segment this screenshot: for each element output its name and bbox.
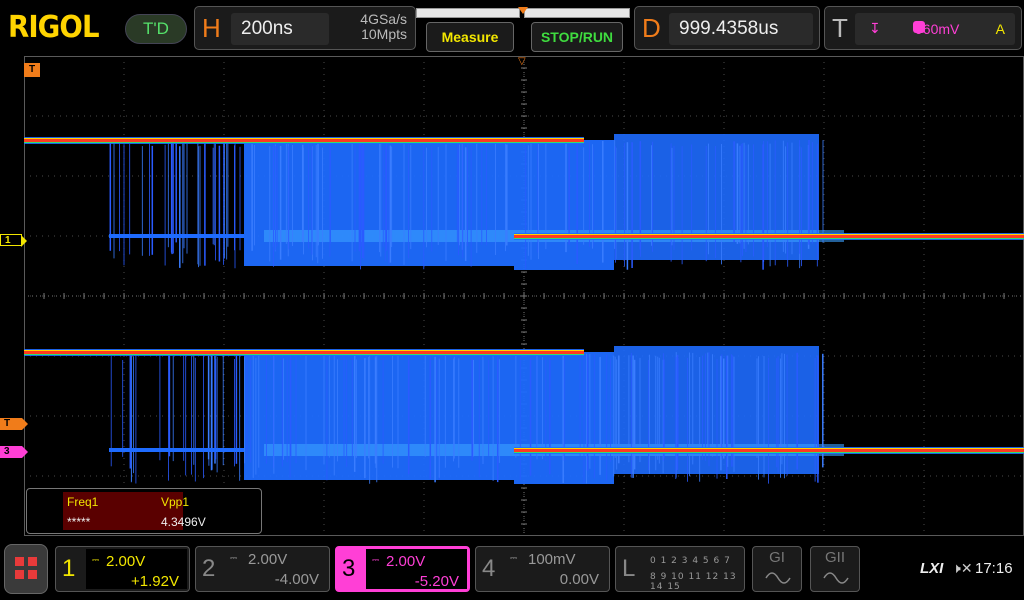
menu-grid-icon bbox=[28, 570, 37, 579]
dc-coupling-icon: ⎓ bbox=[92, 555, 100, 565]
memory-bar-right bbox=[524, 8, 630, 18]
trigger-level-marker[interactable]: T bbox=[0, 418, 28, 430]
ch3-trace-low-level-edge bbox=[514, 452, 1024, 453]
generator-1-label: GI bbox=[769, 549, 785, 566]
memory-depth: 10Mpts bbox=[361, 26, 407, 42]
sample-rate: 4GSa/s bbox=[360, 11, 407, 27]
ch3-trace-early-low bbox=[109, 448, 244, 452]
trigger-label: T bbox=[832, 13, 848, 43]
trigger-source-icon bbox=[913, 21, 925, 33]
lxi-logo: LXI bbox=[920, 560, 944, 577]
ch3-offset: -5.20V bbox=[414, 573, 459, 590]
trigger-panel[interactable]: T ↧ 960mV A bbox=[824, 6, 1022, 50]
ch1-trace-low-level-edge bbox=[514, 238, 1024, 239]
horizontal-position-bar bbox=[412, 6, 634, 20]
top-bar: RIGOL T'D H 200ns 4GSa/s 10Mpts Measure … bbox=[0, 0, 1024, 56]
trigger-mode: A bbox=[995, 21, 1005, 37]
ch1-trace-burst bbox=[514, 140, 614, 270]
bottom-bar: 1 ⎓ 2.00V +1.92V 2 ⎓ 2.00V -4.00V 3 ⎓ 2.… bbox=[0, 540, 1024, 600]
ch3-scale: 2.00V bbox=[386, 553, 426, 570]
ch1-offset: +1.92V bbox=[131, 573, 179, 590]
vpp-label: Vpp1 bbox=[161, 495, 190, 509]
measurement-panel[interactable]: Freq1 ***** Vpp1 4.3496V bbox=[26, 488, 262, 534]
ch2-scale: 2.00V bbox=[248, 551, 288, 568]
dc-coupling-icon: ⎓ bbox=[372, 555, 380, 565]
ch4-offset: 0.00V bbox=[559, 571, 599, 588]
delay-label: D bbox=[642, 13, 661, 43]
main-menu-button[interactable] bbox=[4, 544, 48, 594]
logic-channels-panel[interactable]: L 0 1 2 3 4 5 6 7 8 9 10 11 12 13 14 15 bbox=[615, 546, 745, 592]
trigger-position-label: T bbox=[24, 63, 40, 77]
system-clock: 17:16 bbox=[975, 560, 1013, 577]
timebase-value[interactable]: 200ns bbox=[231, 13, 329, 45]
freq-value: ***** bbox=[67, 515, 91, 529]
generator-1-button[interactable]: GI bbox=[752, 546, 802, 592]
ch3-offset-marker[interactable]: 3 bbox=[0, 446, 28, 458]
ch3-inner: ⎓ 2.00V -5.20V bbox=[366, 549, 467, 590]
channel-4-panel[interactable]: 4 ⎓ 100mV 0.00V bbox=[475, 546, 610, 592]
rigol-logo: RIGOL bbox=[8, 10, 100, 45]
horizontal-label: H bbox=[202, 13, 221, 43]
ch3-trace-low-level-edge bbox=[514, 448, 1024, 449]
ch2-number: 2 bbox=[202, 555, 216, 582]
ch4-number: 4 bbox=[482, 555, 496, 582]
ch1-trace-low-level-core bbox=[514, 235, 1024, 238]
vpp-value: 4.3496V bbox=[161, 515, 206, 529]
ch3-trace-high-level-edge bbox=[24, 354, 584, 355]
sine-wave-icon bbox=[823, 572, 849, 584]
menu-grid-icon bbox=[28, 557, 37, 566]
stop-run-button[interactable]: STOP/RUN bbox=[531, 22, 623, 52]
ch3-trace-high-level-core bbox=[24, 351, 584, 354]
logic-row-1: 0 1 2 3 4 5 6 7 bbox=[650, 556, 731, 566]
dc-coupling-icon: ⎓ bbox=[230, 553, 238, 563]
generator-2-button[interactable]: GII bbox=[810, 546, 860, 592]
delay-panel[interactable]: D 999.4358us bbox=[634, 6, 820, 50]
acquisition-info: 4GSa/s 10Mpts bbox=[337, 12, 407, 42]
measure-button[interactable]: Measure bbox=[426, 22, 514, 52]
dc-coupling-icon: ⎓ bbox=[510, 553, 518, 563]
channel-3-panel[interactable]: 3 ⎓ 2.00V -5.20V bbox=[335, 546, 470, 592]
speaker-muted-icon[interactable]: 🕨✕ bbox=[952, 560, 973, 577]
ch3-trace-high-level-edge bbox=[24, 350, 584, 351]
ch3-trace-low-level-core bbox=[514, 449, 1024, 452]
ch1-inner: ⎓ 2.00V +1.92V bbox=[86, 549, 187, 590]
ch1-offset-marker[interactable]: 1 bbox=[0, 234, 27, 247]
trigger-level-marker-label: T bbox=[4, 418, 11, 429]
ch1-marker-label: 1 bbox=[5, 235, 11, 246]
trigger-time-marker-icon: ▽ bbox=[518, 56, 526, 67]
trigger-level-field[interactable]: ↧ 960mV A bbox=[855, 13, 1015, 45]
trigger-status-badge: T'D bbox=[125, 14, 187, 44]
ch2-offset: -4.00V bbox=[274, 571, 319, 588]
ch1-trace-high-level-edge bbox=[24, 142, 584, 143]
ch3-marker-label: 3 bbox=[4, 446, 10, 457]
ch1-trace-high-level-core bbox=[24, 139, 584, 142]
horizontal-panel[interactable]: H 200ns 4GSa/s 10Mpts bbox=[194, 6, 416, 50]
channel-2-panel[interactable]: 2 ⎓ 2.00V -4.00V bbox=[195, 546, 330, 592]
ch1-trace-low-level-edge bbox=[514, 234, 1024, 235]
falling-edge-icon: ↧ bbox=[869, 20, 881, 36]
waveform-traces bbox=[24, 134, 1024, 484]
menu-grid-icon bbox=[15, 570, 24, 579]
ch1-scale: 2.00V bbox=[106, 553, 146, 570]
ch1-number: 1 bbox=[62, 555, 76, 582]
generator-2-label: GII bbox=[824, 549, 845, 566]
logic-row-2: 8 9 10 11 12 13 14 15 bbox=[650, 572, 737, 592]
trigger-position-marker bbox=[518, 7, 528, 14]
menu-grid-icon bbox=[15, 557, 24, 566]
memory-bar-left bbox=[416, 8, 520, 18]
channel-1-panel[interactable]: 1 ⎓ 2.00V +1.92V bbox=[55, 546, 190, 592]
delay-value[interactable]: 999.4358us bbox=[669, 13, 813, 45]
sine-wave-icon bbox=[765, 572, 791, 584]
logic-label: L bbox=[622, 555, 636, 582]
freq-label: Freq1 bbox=[67, 495, 99, 509]
waveform-display[interactable] bbox=[24, 56, 1024, 536]
ch4-scale: 100mV bbox=[528, 551, 576, 568]
ch1-trace-high-level-edge bbox=[24, 138, 584, 139]
ch1-trace-early-low bbox=[109, 234, 244, 238]
ch3-number: 3 bbox=[342, 555, 356, 582]
